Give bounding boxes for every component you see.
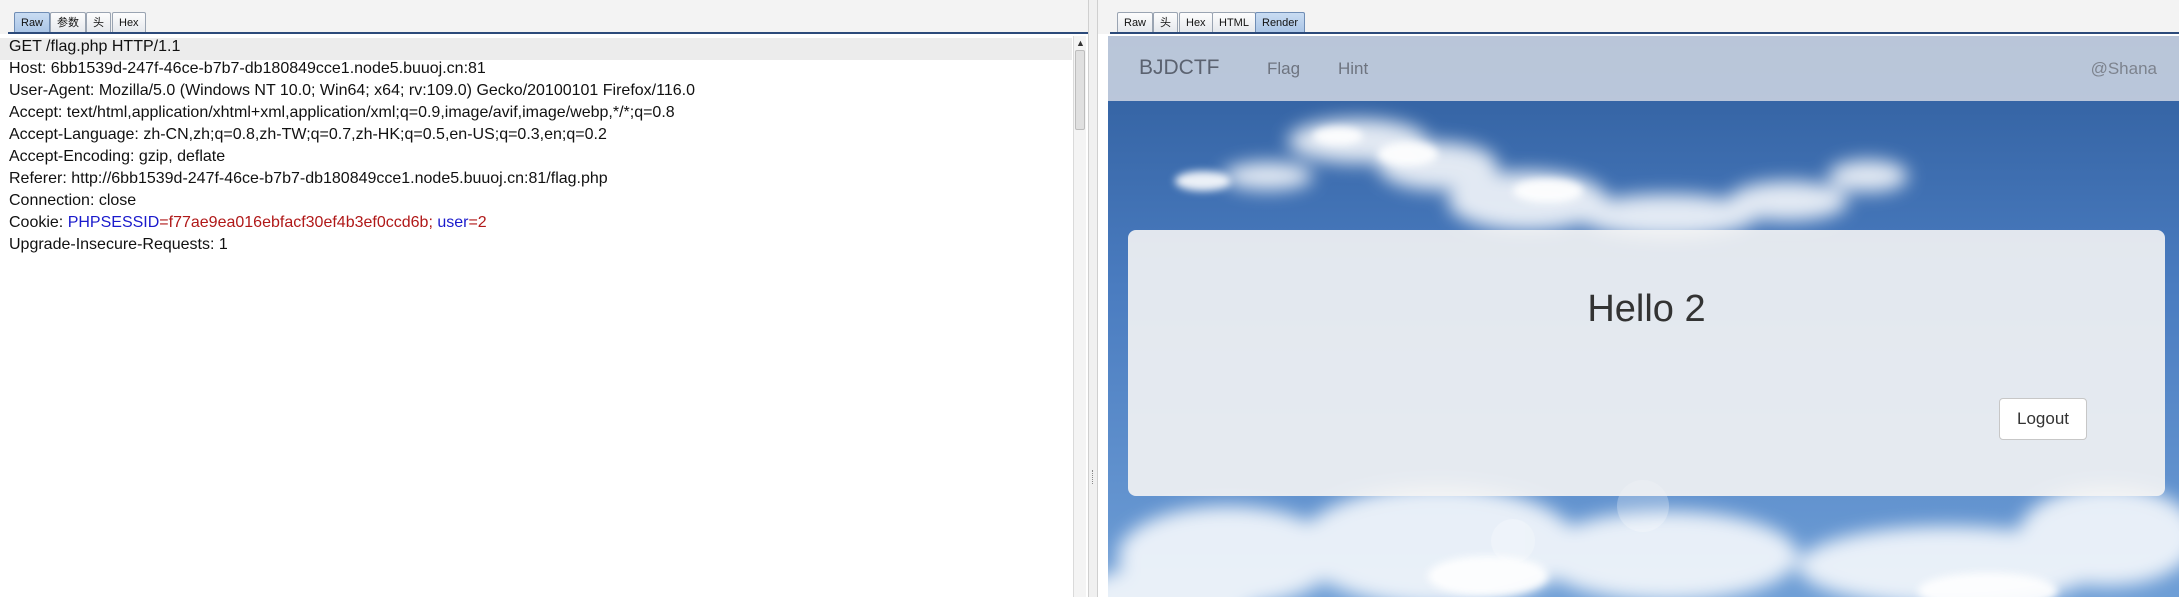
request-tab-params[interactable]: 参数: [50, 12, 86, 33]
response-tab-html[interactable]: HTML: [1212, 12, 1256, 33]
request-tab-raw[interactable]: Raw: [14, 12, 51, 33]
splitter-grip-icon: [1092, 470, 1094, 484]
cookie-value-phpsessid: f77ae9ea016ebfacf30ef4b3ef0ccd6b: [168, 214, 429, 231]
logout-button[interactable]: Logout: [1999, 398, 2087, 440]
request-line: GET /flag.php HTTP/1.1: [9, 38, 181, 55]
brand-logo[interactable]: BJDCTF: [1139, 56, 1220, 80]
header-cookie: Cookie: PHPSESSID=f77ae9ea016ebfacf30ef4…: [9, 214, 487, 236]
response-tabbar: Raw 头 Hex HTML Render: [1098, 0, 2179, 34]
scrollbar-thumb[interactable]: [1075, 50, 1085, 130]
header-accept: Accept: text/html,application/xhtml+xml,…: [9, 104, 675, 121]
cookie-equals: =: [159, 214, 169, 231]
tabbar-divider: [8, 32, 1088, 34]
header-referer: Referer: http://6bb1539d-247f-46ce-b7b7-…: [9, 170, 608, 187]
rendered-page: BJDCTF Flag Hint @Shana Hello 2 Logout: [1108, 36, 2179, 597]
nav-link-flag[interactable]: Flag: [1267, 59, 1300, 79]
cookie-equals: =: [468, 214, 478, 231]
request-tab-hex[interactable]: Hex: [112, 12, 146, 33]
request-scrollbar[interactable]: ▲: [1073, 36, 1086, 597]
request-pane: Raw 参数 头 Hex GET /flag.php HTTP/1.1 Host…: [0, 0, 1088, 597]
response-tab-headers[interactable]: 头: [1153, 12, 1178, 33]
pane-splitter[interactable]: [1088, 0, 1098, 597]
content-card: Hello 2 Logout: [1128, 230, 2165, 496]
nav-user[interactable]: @Shana: [2091, 59, 2157, 79]
cookie-prefix: Cookie:: [9, 214, 68, 231]
request-tabbar: Raw 参数 头 Hex: [0, 0, 1088, 34]
site-navbar: BJDCTF Flag Hint @Shana: [1108, 36, 2179, 101]
tabbar-divider: [1110, 32, 2179, 34]
cookie-name-user: user: [437, 214, 469, 231]
header-upgrade-insecure: Upgrade-Insecure-Requests: 1: [9, 236, 228, 253]
cookie-value-user: 2: [477, 214, 487, 231]
header-host: Host: 6bb1539d-247f-46ce-b7b7-db180849cc…: [9, 60, 486, 77]
greeting-heading: Hello 2: [1587, 288, 1706, 330]
request-editor[interactable]: GET /flag.php HTTP/1.1 Host: 6bb1539d-24…: [0, 38, 1072, 597]
response-tab-hex[interactable]: Hex: [1179, 12, 1213, 33]
scroll-up-icon[interactable]: ▲: [1074, 36, 1087, 50]
response-tab-raw[interactable]: Raw: [1117, 12, 1154, 33]
cookie-separator: ;: [428, 214, 438, 231]
nav-link-hint[interactable]: Hint: [1338, 59, 1368, 79]
header-connection: Connection: close: [9, 192, 137, 209]
header-accept-language: Accept-Language: zh-CN,zh;q=0.8,zh-TW;q=…: [9, 126, 607, 143]
header-accept-encoding: Accept-Encoding: gzip, deflate: [9, 148, 226, 165]
request-tab-headers[interactable]: 头: [86, 12, 111, 33]
response-pane: Raw 头 Hex HTML Render BJDCTF Flag Hint @…: [1098, 0, 2179, 597]
response-tab-render[interactable]: Render: [1255, 12, 1306, 33]
header-user-agent: User-Agent: Mozilla/5.0 (Windows NT 10.0…: [9, 82, 695, 99]
cookie-name-phpsessid: PHPSESSID: [67, 214, 160, 231]
